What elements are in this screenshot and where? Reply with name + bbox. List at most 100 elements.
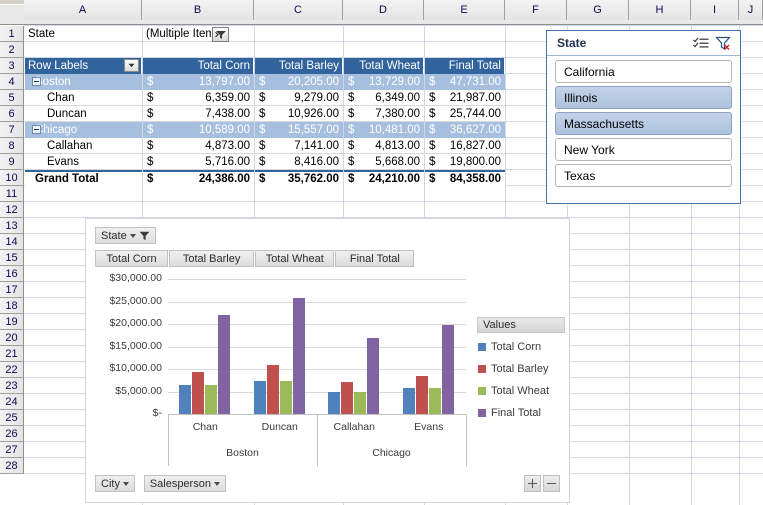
row-header-7[interactable]: 7 bbox=[0, 122, 24, 138]
row-header-6[interactable]: 6 bbox=[0, 106, 24, 122]
chart-bar[interactable] bbox=[254, 381, 266, 414]
row-header-12[interactable]: 12 bbox=[0, 202, 24, 218]
pivot-row-label-boston[interactable]: Boston bbox=[25, 74, 142, 90]
pivot-cell[interactable]: $35,762.00 bbox=[255, 170, 343, 186]
row-header-26[interactable]: 26 bbox=[0, 426, 24, 442]
report-filter-value[interactable]: (Multiple Items) bbox=[143, 26, 211, 42]
row-header-22[interactable]: 22 bbox=[0, 362, 24, 378]
pivot-cell[interactable]: $21,987.00 bbox=[425, 90, 505, 106]
chart-axis-button-city[interactable]: City bbox=[95, 475, 135, 492]
row-header-21[interactable]: 21 bbox=[0, 346, 24, 362]
chart-bar[interactable] bbox=[367, 338, 379, 414]
row-header-13[interactable]: 13 bbox=[0, 218, 24, 234]
pivot-cell[interactable]: $5,668.00 bbox=[344, 154, 424, 170]
pivot-cell[interactable]: $7,438.00 bbox=[143, 106, 254, 122]
pivot-cell[interactable]: $19,800.00 bbox=[425, 154, 505, 170]
chart-bar[interactable] bbox=[416, 376, 428, 414]
clear-filter-icon[interactable] bbox=[714, 35, 732, 51]
chart-bar[interactable] bbox=[205, 385, 217, 414]
column-header-E[interactable]: E bbox=[424, 0, 505, 20]
row-header-15[interactable]: 15 bbox=[0, 250, 24, 266]
collapse-field-button[interactable] bbox=[543, 475, 560, 492]
legend-item-total-corn[interactable]: Total Corn bbox=[478, 341, 541, 353]
pivot-row-label-chan[interactable]: Chan bbox=[25, 90, 142, 106]
row-header-23[interactable]: 23 bbox=[0, 378, 24, 394]
pivot-cell[interactable]: $13,797.00 bbox=[143, 74, 254, 90]
pivot-cell[interactable]: $8,416.00 bbox=[255, 154, 343, 170]
pivot-cell[interactable]: $10,926.00 bbox=[255, 106, 343, 122]
pivot-cell[interactable]: $24,210.00 bbox=[344, 170, 424, 186]
collapse-minus-icon[interactable] bbox=[32, 77, 41, 86]
expand-field-button[interactable] bbox=[524, 475, 541, 492]
pivot-cell[interactable]: $20,205.00 bbox=[255, 74, 343, 90]
column-header-D[interactable]: D bbox=[343, 0, 424, 20]
pivot-header-final-total[interactable]: Final Total bbox=[425, 58, 505, 74]
pivot-cell[interactable]: $16,827.00 bbox=[425, 138, 505, 154]
collapse-minus-icon[interactable] bbox=[32, 125, 41, 134]
row-header-24[interactable]: 24 bbox=[0, 394, 24, 410]
row-header-27[interactable]: 27 bbox=[0, 442, 24, 458]
pivot-row-label-grand-total[interactable]: Grand Total bbox=[25, 170, 142, 186]
column-header-F[interactable]: F bbox=[505, 0, 567, 20]
chart-bar[interactable] bbox=[341, 382, 353, 414]
pivot-cell[interactable]: $4,873.00 bbox=[143, 138, 254, 154]
pivot-cell[interactable]: $47,731.00 bbox=[425, 74, 505, 90]
row-header-5[interactable]: 5 bbox=[0, 90, 24, 106]
row-header-18[interactable]: 18 bbox=[0, 298, 24, 314]
legend-item-total-wheat[interactable]: Total Wheat bbox=[478, 385, 549, 397]
pivot-row-label-callahan[interactable]: Callahan bbox=[25, 138, 142, 154]
pivot-cell[interactable]: $10,481.00 bbox=[344, 122, 424, 138]
chart-bar[interactable] bbox=[403, 388, 415, 414]
pivot-cell[interactable]: $10,589.00 bbox=[143, 122, 254, 138]
row-header-19[interactable]: 19 bbox=[0, 314, 24, 330]
pivot-cell[interactable]: $7,380.00 bbox=[344, 106, 424, 122]
chart-bar[interactable] bbox=[267, 365, 279, 414]
row-header-10[interactable]: 10 bbox=[0, 170, 24, 186]
pivot-chart[interactable]: State Total CornTotal BarleyTotal WheatF… bbox=[85, 218, 570, 503]
pivot-cell[interactable]: $4,813.00 bbox=[344, 138, 424, 154]
slicer-item-california[interactable]: California bbox=[555, 60, 732, 83]
chart-bar[interactable] bbox=[293, 298, 305, 414]
chart-bar[interactable] bbox=[429, 388, 441, 414]
pivot-cell[interactable]: $9,279.00 bbox=[255, 90, 343, 106]
pivot-row-label-chicago[interactable]: Chicago bbox=[25, 122, 142, 138]
legend-item-total-barley[interactable]: Total Barley bbox=[478, 363, 548, 375]
slicer-item-texas[interactable]: Texas bbox=[555, 164, 732, 187]
slicer-item-massachusetts[interactable]: Massachusetts bbox=[555, 112, 732, 135]
pivot-header-total-corn[interactable]: Total Corn bbox=[143, 58, 254, 74]
column-header-I[interactable]: I bbox=[691, 0, 739, 20]
pivot-header-total-barley[interactable]: Total Barley bbox=[255, 58, 343, 74]
pivot-cell[interactable]: $15,557.00 bbox=[255, 122, 343, 138]
row-header-9[interactable]: 9 bbox=[0, 154, 24, 170]
row-header-14[interactable]: 14 bbox=[0, 234, 24, 250]
pivot-header-total-wheat[interactable]: Total Wheat bbox=[344, 58, 424, 74]
column-header-B[interactable]: B bbox=[142, 0, 254, 20]
column-header-J[interactable]: J bbox=[739, 0, 763, 20]
row-header-11[interactable]: 11 bbox=[0, 186, 24, 202]
chart-bar[interactable] bbox=[192, 372, 204, 414]
chart-bar[interactable] bbox=[218, 315, 230, 414]
multi-select-icon[interactable] bbox=[692, 35, 710, 51]
pivot-cell[interactable]: $6,349.00 bbox=[344, 90, 424, 106]
legend-item-final-total[interactable]: Final Total bbox=[478, 407, 541, 419]
row-labels-filter-button[interactable] bbox=[124, 59, 139, 72]
row-header-16[interactable]: 16 bbox=[0, 266, 24, 282]
filter-applied-icon[interactable] bbox=[212, 27, 229, 42]
pivot-row-label-duncan[interactable]: Duncan bbox=[25, 106, 142, 122]
slicer-item-illinois[interactable]: Illinois bbox=[555, 86, 732, 109]
column-header-A[interactable]: A bbox=[24, 0, 142, 20]
pivot-cell[interactable]: $13,729.00 bbox=[344, 74, 424, 90]
chart-bar[interactable] bbox=[354, 392, 366, 414]
row-header-28[interactable]: 28 bbox=[0, 458, 24, 474]
row-header-4[interactable]: 4 bbox=[0, 74, 24, 90]
chart-bar[interactable] bbox=[442, 325, 454, 414]
pivot-cell[interactable]: $6,359.00 bbox=[143, 90, 254, 106]
slicer-item-new-york[interactable]: New York bbox=[555, 138, 732, 161]
chart-bar[interactable] bbox=[328, 392, 340, 414]
row-header-25[interactable]: 25 bbox=[0, 410, 24, 426]
pivot-row-label-evans[interactable]: Evans bbox=[25, 154, 142, 170]
row-header-8[interactable]: 8 bbox=[0, 138, 24, 154]
pivot-cell[interactable]: $7,141.00 bbox=[255, 138, 343, 154]
row-header-2[interactable]: 2 bbox=[0, 42, 24, 58]
pivot-cell[interactable]: $24,386.00 bbox=[143, 170, 254, 186]
